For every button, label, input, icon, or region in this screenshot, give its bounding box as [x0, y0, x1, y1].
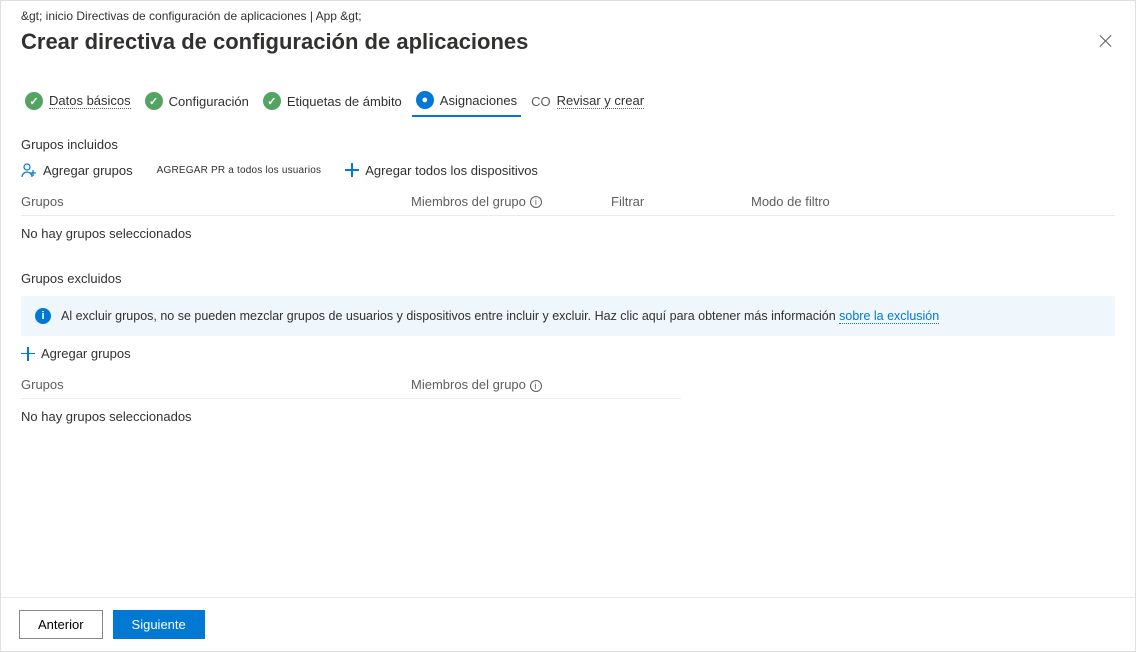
- col-filter: Filtrar: [611, 194, 751, 209]
- included-commands: Agregar grupos AGREGAR PR a todos los us…: [21, 162, 1115, 178]
- breadcrumb: &gt; inicio Directivas de configuración …: [1, 1, 1135, 23]
- step-configuration[interactable]: ✓ Configuración: [141, 86, 253, 116]
- add-person-icon: [21, 162, 37, 178]
- add-groups-button[interactable]: Agregar grupos: [21, 162, 133, 178]
- section-title-excluded: Grupos excluidos: [21, 271, 1115, 286]
- app-root: &gt; inicio Directivas de configuración …: [0, 0, 1136, 652]
- section-excluded: Grupos excluidos i Al excluir grupos, no…: [1, 255, 1135, 438]
- exclusion-info-banner: i Al excluir grupos, no se pueden mezcla…: [21, 296, 1115, 336]
- step-label: Configuración: [169, 94, 249, 109]
- plus-icon: [345, 163, 359, 177]
- empty-text: No hay grupos seleccionados: [21, 226, 411, 241]
- help-icon[interactable]: i: [530, 196, 542, 208]
- info-text: Al excluir grupos, no se pueden mezclar …: [61, 309, 939, 323]
- col-groups: Grupos: [21, 377, 411, 392]
- cmd-label: Agregar grupos: [43, 163, 133, 178]
- cmd-label: AGREGAR PR a todos los usuarios: [157, 165, 322, 176]
- next-button[interactable]: Siguiente: [113, 610, 205, 639]
- add-all-users-button[interactable]: AGREGAR PR a todos los usuarios: [157, 165, 322, 176]
- step-label: Etiquetas de ámbito: [287, 94, 402, 109]
- step-review[interactable]: CO Revisar y crear: [527, 87, 648, 115]
- col-members: Miembros del grupo i: [411, 377, 661, 392]
- plus-icon: [21, 347, 35, 361]
- cmd-label: Agregar todos los dispositivos: [365, 163, 538, 178]
- page-title: Crear directiva de configuración de apli…: [21, 29, 528, 55]
- help-icon[interactable]: i: [530, 380, 542, 392]
- step-label: Datos básicos: [49, 93, 131, 109]
- check-icon: ✓: [145, 92, 163, 110]
- step-assignments[interactable]: ● Asignaciones: [412, 85, 521, 117]
- title-row: Crear directiva de configuración de apli…: [1, 23, 1135, 73]
- previous-button[interactable]: Anterior: [19, 610, 103, 639]
- cmd-label: Agregar grupos: [41, 346, 131, 361]
- included-table-header: Grupos Miembros del grupo i Filtrar Modo…: [21, 188, 1115, 216]
- excluded-table: Grupos Miembros del grupo i No hay grupo…: [21, 371, 681, 434]
- col-filter-mode: Modo de filtro: [751, 194, 951, 209]
- col-groups: Grupos: [21, 194, 411, 209]
- wizard-stepper: ✓ Datos básicos ✓ Configuración ✓ Etique…: [1, 73, 1135, 121]
- section-included: Grupos incluidos Agregar grupos AGREGAR …: [1, 121, 1135, 255]
- excluded-commands: Agregar grupos: [21, 346, 1115, 361]
- step-label: Revisar y crear: [557, 93, 644, 109]
- wizard-footer: Anterior Siguiente: [1, 597, 1135, 651]
- check-icon: ✓: [25, 92, 43, 110]
- step-badge: CO: [531, 94, 551, 109]
- info-icon: i: [35, 308, 51, 324]
- step-current-icon: ●: [416, 91, 434, 109]
- empty-text: No hay grupos seleccionados: [21, 409, 411, 424]
- section-title-included: Grupos incluidos: [21, 137, 1115, 152]
- close-icon[interactable]: [1097, 33, 1115, 51]
- step-basics[interactable]: ✓ Datos básicos: [21, 86, 135, 116]
- step-label: Asignaciones: [440, 93, 517, 108]
- exclusion-learn-more-link[interactable]: sobre la exclusión: [839, 309, 939, 324]
- included-table: Grupos Miembros del grupo i Filtrar Modo…: [21, 188, 1115, 251]
- col-members: Miembros del grupo i: [411, 194, 611, 209]
- excluded-empty-row: No hay grupos seleccionados: [21, 399, 681, 434]
- check-icon: ✓: [263, 92, 281, 110]
- add-all-devices-button[interactable]: Agregar todos los dispositivos: [345, 163, 538, 178]
- step-scope-tags[interactable]: ✓ Etiquetas de ámbito: [259, 86, 406, 116]
- excluded-table-header: Grupos Miembros del grupo i: [21, 371, 681, 399]
- included-empty-row: No hay grupos seleccionados: [21, 216, 1115, 251]
- add-excluded-groups-button[interactable]: Agregar grupos: [21, 346, 131, 361]
